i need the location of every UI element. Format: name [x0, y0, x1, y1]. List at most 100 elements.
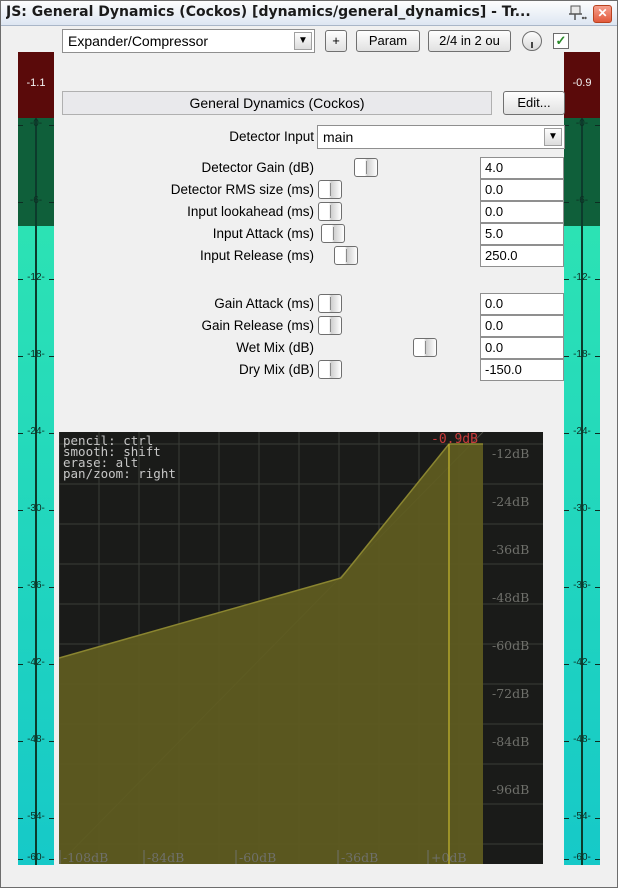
- param-label: Dry Mix (dB): [239, 362, 314, 377]
- slider-thumb[interactable]: [318, 316, 342, 335]
- meter-tick: -24-: [564, 426, 600, 437]
- param-value-input[interactable]: 5.0: [480, 223, 564, 245]
- y-axis-label: -60dB: [492, 638, 529, 653]
- meter-center-line: [35, 118, 37, 865]
- meter-tick: -36-: [564, 580, 600, 591]
- preset-select[interactable]: Expander/Compressor ▼: [62, 29, 315, 53]
- param-slider[interactable]: [318, 315, 474, 337]
- meter-tick: -60-: [564, 852, 600, 863]
- input-level-meter: -1.1 -0- -6- -12- -18- -24- -30- -36- -4…: [18, 52, 54, 865]
- transfer-curve-svg[interactable]: -0.9dB -12dB -24dB -36dB -48dB -60dB -72dB -84d…: [59, 432, 543, 864]
- param-value-input[interactable]: 0.0: [480, 337, 564, 359]
- transfer-curve-fill: [59, 444, 483, 864]
- meter-tick: -18-: [564, 349, 600, 360]
- output-level-meter: -0.9 -0- -6- -12- -18- -24- -30- -36- -4…: [564, 52, 600, 865]
- title-bar[interactable]: JS: General Dynamics (Cockos) [dynamics/…: [1, 1, 617, 26]
- meter-tick: -54-: [18, 811, 54, 822]
- meter-tick: -48-: [564, 734, 600, 745]
- param-label: Gain Release (ms): [201, 318, 314, 333]
- meter-tick: -6-: [18, 195, 54, 206]
- detector-input-select[interactable]: main ▼: [317, 125, 565, 149]
- x-axis-label: -84dB: [147, 850, 184, 864]
- x-axis-label: +0dB: [431, 850, 467, 864]
- meter-tick: -48-: [18, 734, 54, 745]
- y-axis-label: -24dB: [492, 494, 529, 509]
- y-axis-label: -12dB: [492, 446, 529, 461]
- y-axis-label: -48dB: [492, 590, 529, 605]
- param-value-input[interactable]: 4.0: [480, 157, 564, 179]
- graph-help-text: pencil: ctrl smooth: shift erase: alt pa…: [63, 433, 176, 481]
- param-label: Gain Attack (ms): [214, 296, 314, 311]
- param-label: Detector Gain (dB): [201, 160, 314, 175]
- param-slider[interactable]: [318, 157, 474, 179]
- slider-thumb[interactable]: [318, 202, 342, 221]
- detector-input-value: main: [323, 129, 354, 145]
- y-axis-label: -36dB: [492, 542, 529, 557]
- param-value-input[interactable]: 0.0: [480, 293, 564, 315]
- pin-icon[interactable]: [567, 4, 587, 22]
- meter-tick: -18-: [18, 349, 54, 360]
- detector-input-label: Detector Input: [229, 129, 314, 144]
- y-axis-label: -84dB: [492, 734, 529, 749]
- slider-thumb[interactable]: [354, 158, 378, 177]
- threshold-label: -0.9dB: [431, 432, 478, 447]
- slider-thumb[interactable]: [334, 246, 358, 265]
- param-label: Input Release (ms): [199, 248, 314, 263]
- meter-center-line: [581, 118, 583, 865]
- x-axis-label: -36dB: [341, 850, 378, 864]
- param-value-input[interactable]: 250.0: [480, 245, 564, 267]
- slider-thumb[interactable]: [318, 180, 342, 199]
- param-label: Input lookahead (ms): [187, 204, 314, 219]
- param-slider[interactable]: [318, 201, 474, 223]
- edit-button[interactable]: Edit...: [503, 91, 565, 115]
- param-label: Wet Mix (dB): [236, 340, 314, 355]
- param-button[interactable]: Param: [356, 30, 420, 52]
- y-axis-label: -72dB: [492, 686, 529, 701]
- meter-tick: -0-: [564, 118, 600, 129]
- chevron-down-icon[interactable]: ▼: [294, 32, 312, 50]
- meter-tick: -30-: [18, 503, 54, 514]
- io-routing-button[interactable]: 2/4 in 2 ou: [428, 30, 511, 52]
- slider-thumb[interactable]: [318, 360, 342, 379]
- plugin-name: General Dynamics (Cockos): [62, 91, 492, 115]
- meter-tick: -6-: [564, 195, 600, 206]
- x-axis-label: -60dB: [239, 850, 276, 864]
- meter-tick: -24-: [18, 426, 54, 437]
- bypass-checkbox[interactable]: ✓: [553, 33, 569, 49]
- param-slider[interactable]: [318, 179, 474, 201]
- param-slider[interactable]: [318, 293, 474, 315]
- param-slider[interactable]: [318, 245, 474, 267]
- meter-tick: -60-: [18, 852, 54, 863]
- left-peak-value: -1.1: [26, 77, 46, 89]
- meter-tick: -42-: [18, 657, 54, 668]
- param-slider[interactable]: [318, 223, 474, 245]
- meter-tick: -30-: [564, 503, 600, 514]
- param-value-input[interactable]: 0.0: [480, 315, 564, 337]
- wet-knob-icon[interactable]: [522, 31, 542, 51]
- window-title: JS: General Dynamics (Cockos) [dynamics/…: [6, 4, 531, 20]
- meter-tick: -0-: [18, 118, 54, 129]
- transfer-curve-graph[interactable]: -0.9dB -12dB -24dB -36dB -48dB -60dB -72dB -84d…: [59, 432, 543, 864]
- param-value-input[interactable]: -150.0: [480, 359, 564, 381]
- slider-thumb[interactable]: [413, 338, 437, 357]
- param-label: Input Attack (ms): [212, 226, 314, 241]
- preset-value: Expander/Compressor: [68, 33, 209, 49]
- x-axis-label: -108dB: [63, 850, 108, 864]
- slider-thumb[interactable]: [321, 224, 345, 243]
- slider-thumb[interactable]: [318, 294, 342, 313]
- param-value-input[interactable]: 0.0: [480, 201, 564, 223]
- param-value-input[interactable]: 0.0: [480, 179, 564, 201]
- close-button[interactable]: ✕: [593, 5, 612, 23]
- chevron-down-icon[interactable]: ▼: [544, 128, 562, 146]
- param-slider[interactable]: [318, 337, 474, 359]
- meter-tick: -36-: [18, 580, 54, 591]
- meter-tick: -42-: [564, 657, 600, 668]
- meter-tick: -12-: [564, 272, 600, 283]
- meter-tick: -12-: [18, 272, 54, 283]
- y-axis-label: -96dB: [492, 782, 529, 797]
- add-preset-button[interactable]: +: [325, 30, 347, 52]
- param-label: Detector RMS size (ms): [170, 182, 314, 197]
- param-slider[interactable]: [318, 359, 474, 381]
- right-peak-value: -0.9: [572, 77, 592, 89]
- meter-tick: -54-: [564, 811, 600, 822]
